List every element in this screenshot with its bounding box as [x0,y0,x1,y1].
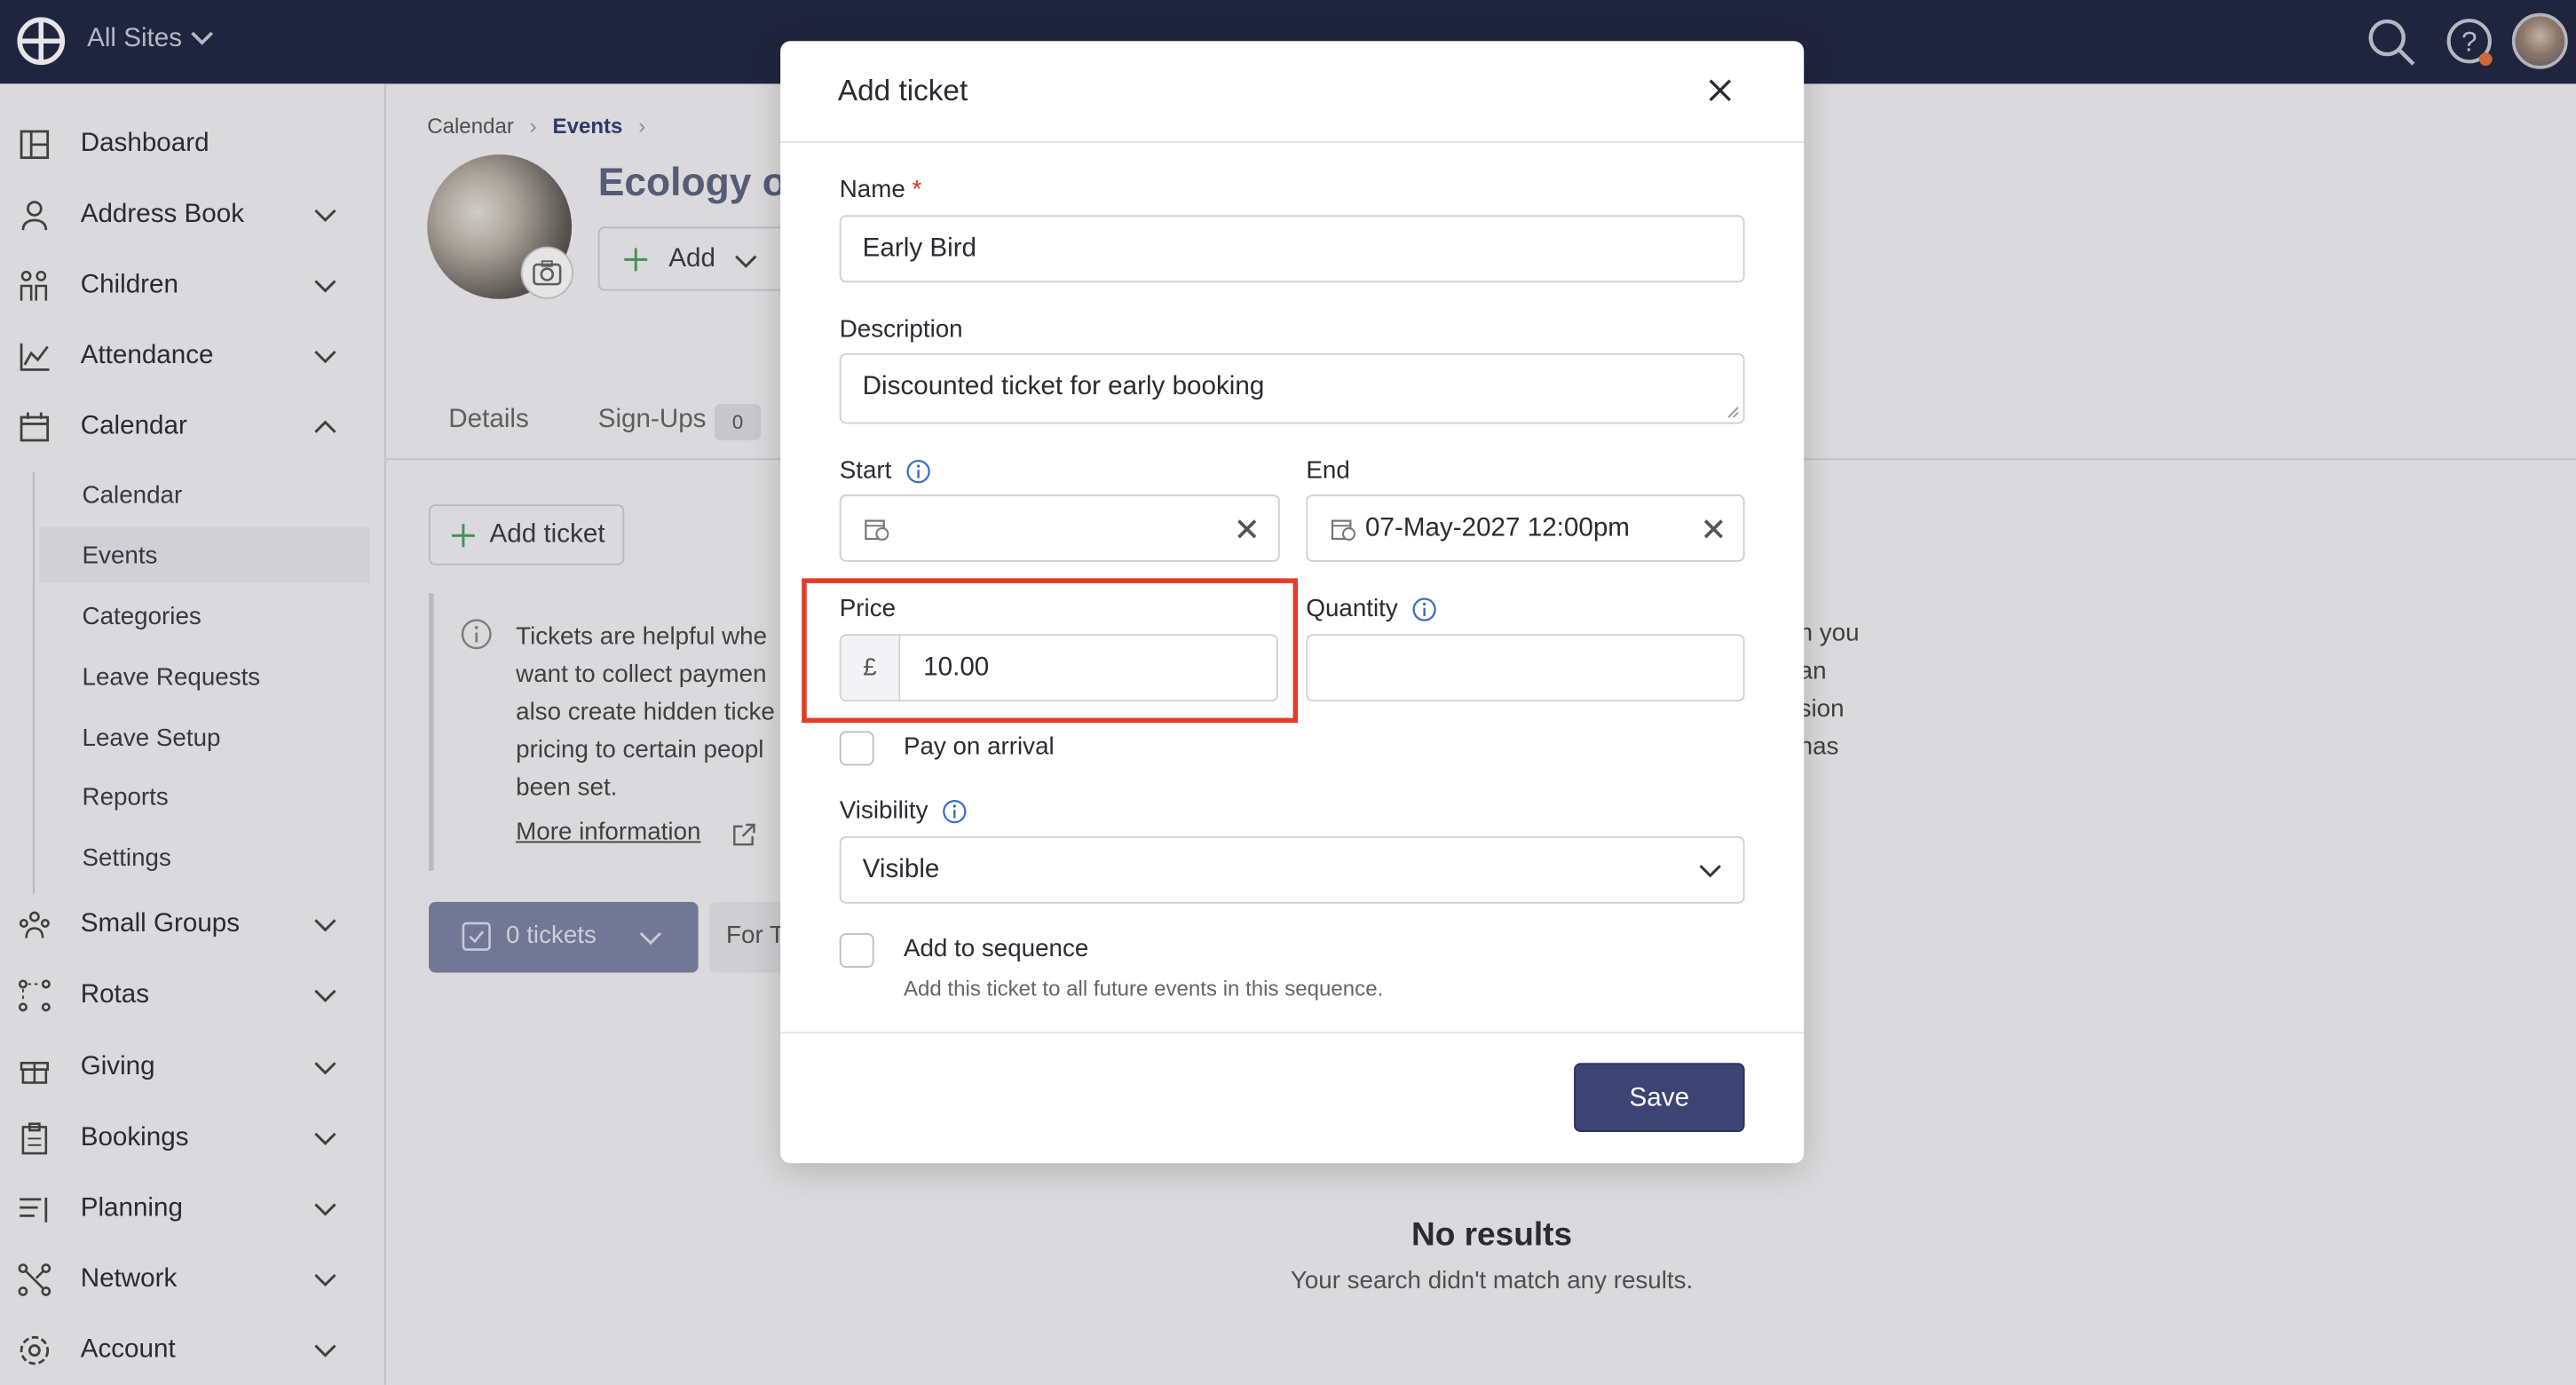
add-to-sequence-hint: Add this ticket to all future events in … [903,976,1384,1001]
description-textarea[interactable]: Discounted ticket for early booking [839,352,1745,424]
end-date-value: 07-May-2027 12:00pm [1365,514,1630,542]
name-label-text: Name [839,176,905,204]
visibility-select[interactable]: Visible [839,835,1745,904]
dialog-header: Add ticket [780,41,1805,143]
visibility-label: Visibility [840,796,968,825]
visibility-label-text: Visibility [839,796,928,825]
clear-icon[interactable] [1236,518,1259,541]
required-mark: * [912,176,922,204]
name-input-value: Early Bird [862,234,977,264]
dialog-footer-divider [780,1032,1805,1033]
start-label-text: Start [839,456,892,485]
dialog-title: Add ticket [837,74,968,107]
end-label: End [1306,456,1350,485]
add-to-sequence-checkbox[interactable] [839,933,874,968]
start-label: Start [840,456,931,485]
pay-on-arrival-checkbox[interactable] [839,731,874,766]
visibility-value: Visible [862,856,940,884]
info-icon[interactable] [905,458,932,485]
price-highlight-box [802,578,1299,724]
app-root: All Sites ? Dashboard Address Book Child… [0,0,2576,1385]
clear-icon[interactable] [1702,518,1725,541]
save-button[interactable]: Save [1574,1063,1745,1132]
name-label: Name * [840,176,922,203]
description-value: Discounted ticket for early booking [862,373,1265,401]
quantity-label-text: Quantity [1306,594,1398,623]
pay-on-arrival-label[interactable]: Pay on arrival [904,732,1055,760]
chevron-down-icon [1699,865,1721,878]
resize-handle-icon[interactable] [1727,406,1740,419]
info-icon[interactable] [1411,597,1438,623]
quantity-label: Quantity [1306,595,1437,623]
add-to-sequence-label[interactable]: Add to sequence [904,935,1088,962]
info-icon[interactable] [942,798,968,825]
calendar-clock-icon [865,519,889,541]
quantity-input[interactable] [1306,634,1745,702]
close-icon[interactable] [1703,74,1736,107]
description-label: Description [839,315,963,344]
name-input[interactable]: Early Bird [839,215,1745,283]
calendar-clock-icon [1331,519,1356,541]
start-date-input[interactable] [839,495,1280,562]
end-date-input[interactable]: 07-May-2027 12:00pm [1306,495,1745,562]
